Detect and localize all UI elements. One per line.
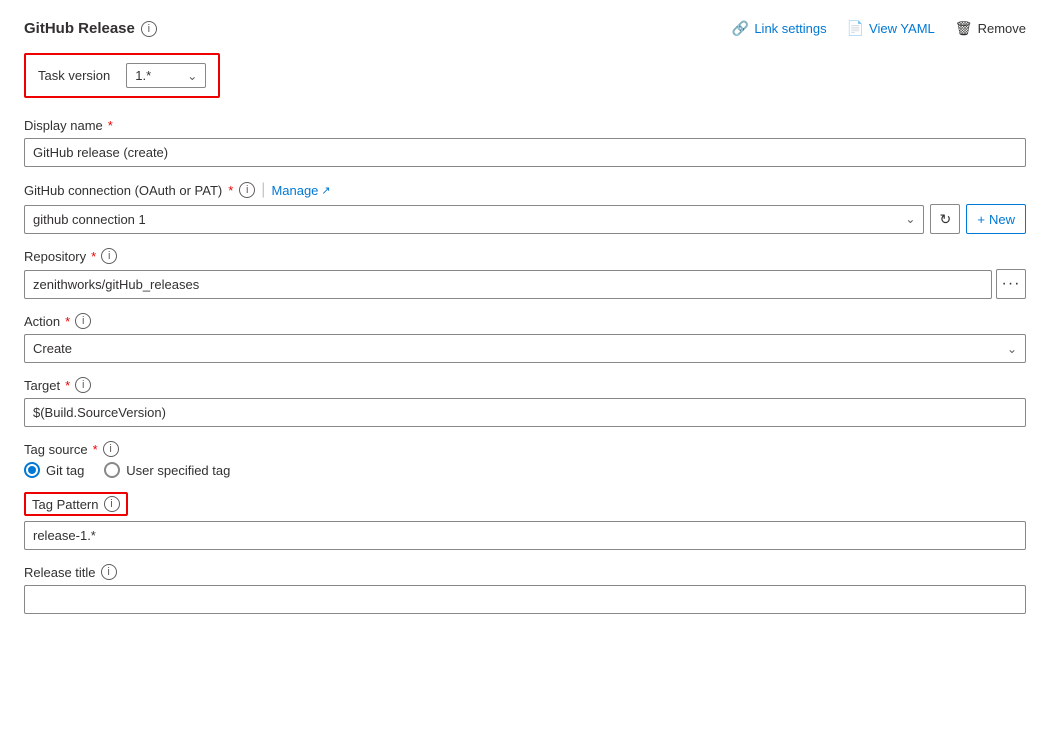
page-title: GitHub Release	[24, 20, 135, 37]
github-connection-label: GitHub connection (OAuth or PAT)	[24, 183, 222, 198]
git-tag-radio-circle	[24, 462, 40, 478]
tag-pattern-label-box: Tag Pattern i	[24, 492, 128, 516]
github-connection-label-row: GitHub connection (OAuth or PAT) * i | M…	[24, 181, 1026, 199]
tag-source-group: Tag source * i Git tag User specified ta…	[24, 441, 1026, 478]
view-yaml-button[interactable]: 📄 View YAML	[847, 20, 935, 37]
github-connection-info-icon[interactable]: i	[239, 182, 255, 198]
link-settings-button[interactable]: 🔗 Link settings	[732, 20, 827, 37]
release-title-label-row: Release title i	[24, 564, 1026, 580]
repository-input[interactable]	[24, 270, 992, 299]
tag-pattern-input[interactable]	[24, 521, 1026, 550]
action-info-icon[interactable]: i	[75, 313, 91, 329]
tag-source-required: *	[93, 442, 98, 457]
action-group: Action * i Create ⌄	[24, 313, 1026, 363]
user-specified-tag-label: User specified tag	[126, 463, 230, 478]
target-required: *	[65, 378, 70, 393]
release-title-group: Release title i	[24, 564, 1026, 614]
target-info-icon[interactable]: i	[75, 377, 91, 393]
display-name-input[interactable]	[24, 138, 1026, 167]
repository-label-row: Repository * i	[24, 248, 1026, 264]
user-specified-tag-radio-circle	[104, 462, 120, 478]
release-title-label: Release title	[24, 565, 96, 580]
github-connection-value: github connection 1	[33, 212, 146, 227]
user-specified-tag-radio[interactable]: User specified tag	[104, 462, 230, 478]
action-chevron-icon: ⌄	[1007, 342, 1017, 356]
tag-pattern-label-container: Tag Pattern i	[24, 492, 1026, 516]
target-label: Target	[24, 378, 60, 393]
display-name-required: *	[108, 118, 113, 133]
target-group: Target * i	[24, 377, 1026, 427]
tag-source-radio-group: Git tag User specified tag	[24, 462, 1026, 478]
tag-pattern-label: Tag Pattern	[32, 497, 99, 512]
manage-external-icon: ↗	[321, 184, 330, 197]
top-bar-right: 🔗 Link settings 📄 View YAML 🗑 Remove	[732, 20, 1026, 37]
task-version-label: Task version	[38, 68, 110, 83]
view-yaml-icon: 📄	[847, 20, 864, 37]
tag-pattern-info-icon[interactable]: i	[104, 496, 120, 512]
github-connection-required: *	[228, 183, 233, 198]
repository-required: *	[91, 249, 96, 264]
github-connection-dropdown-row: github connection 1 ⌄ ↻ + New	[24, 204, 1026, 234]
tag-pattern-group: Tag Pattern i	[24, 492, 1026, 550]
display-name-label: Display name	[24, 118, 103, 133]
manage-link[interactable]: Manage ↗	[271, 183, 330, 198]
action-select[interactable]: Create ⌄	[24, 334, 1026, 363]
title-info-icon[interactable]: i	[141, 21, 157, 37]
plus-icon: +	[977, 212, 985, 227]
top-bar-left: GitHub Release i	[24, 20, 157, 37]
git-tag-label: Git tag	[46, 463, 84, 478]
ellipsis-icon: ···	[1002, 275, 1021, 293]
tag-source-label: Tag source	[24, 442, 88, 457]
refresh-connection-button[interactable]: ↻	[930, 204, 960, 234]
new-connection-button[interactable]: + New	[966, 204, 1026, 234]
github-connection-select[interactable]: github connection 1 ⌄	[24, 205, 924, 234]
top-bar: GitHub Release i 🔗 Link settings 📄 View …	[24, 20, 1026, 37]
target-label-row: Target * i	[24, 377, 1026, 393]
task-version-box: Task version 1.* ⌄	[24, 53, 220, 98]
task-version-value: 1.*	[135, 68, 151, 83]
git-tag-radio[interactable]: Git tag	[24, 462, 84, 478]
new-button-label: New	[989, 212, 1015, 227]
remove-button[interactable]: 🗑 Remove	[955, 20, 1026, 37]
action-label-row: Action * i	[24, 313, 1026, 329]
repository-ellipsis-button[interactable]: ···	[996, 269, 1026, 299]
remove-icon: 🗑	[955, 20, 973, 37]
repository-input-row: ···	[24, 269, 1026, 299]
github-release-page: GitHub Release i 🔗 Link settings 📄 View …	[0, 0, 1050, 746]
connection-separator: |	[261, 181, 265, 199]
tag-source-info-icon[interactable]: i	[103, 441, 119, 457]
task-version-chevron-icon: ⌄	[187, 69, 197, 83]
link-settings-icon: 🔗	[732, 20, 749, 37]
release-title-info-icon[interactable]: i	[101, 564, 117, 580]
repository-info-icon[interactable]: i	[101, 248, 117, 264]
task-version-select[interactable]: 1.* ⌄	[126, 63, 206, 88]
target-input[interactable]	[24, 398, 1026, 427]
release-title-input[interactable]	[24, 585, 1026, 614]
repository-group: Repository * i ···	[24, 248, 1026, 299]
github-connection-group: GitHub connection (OAuth or PAT) * i | M…	[24, 181, 1026, 234]
repository-label: Repository	[24, 249, 86, 264]
display-name-group: Display name *	[24, 118, 1026, 167]
action-label: Action	[24, 314, 60, 329]
action-value: Create	[33, 341, 72, 356]
action-required: *	[65, 314, 70, 329]
refresh-icon: ↻	[940, 211, 952, 228]
tag-source-label-row: Tag source * i	[24, 441, 1026, 457]
github-connection-chevron-icon: ⌄	[905, 212, 915, 226]
display-name-label-row: Display name *	[24, 118, 1026, 133]
